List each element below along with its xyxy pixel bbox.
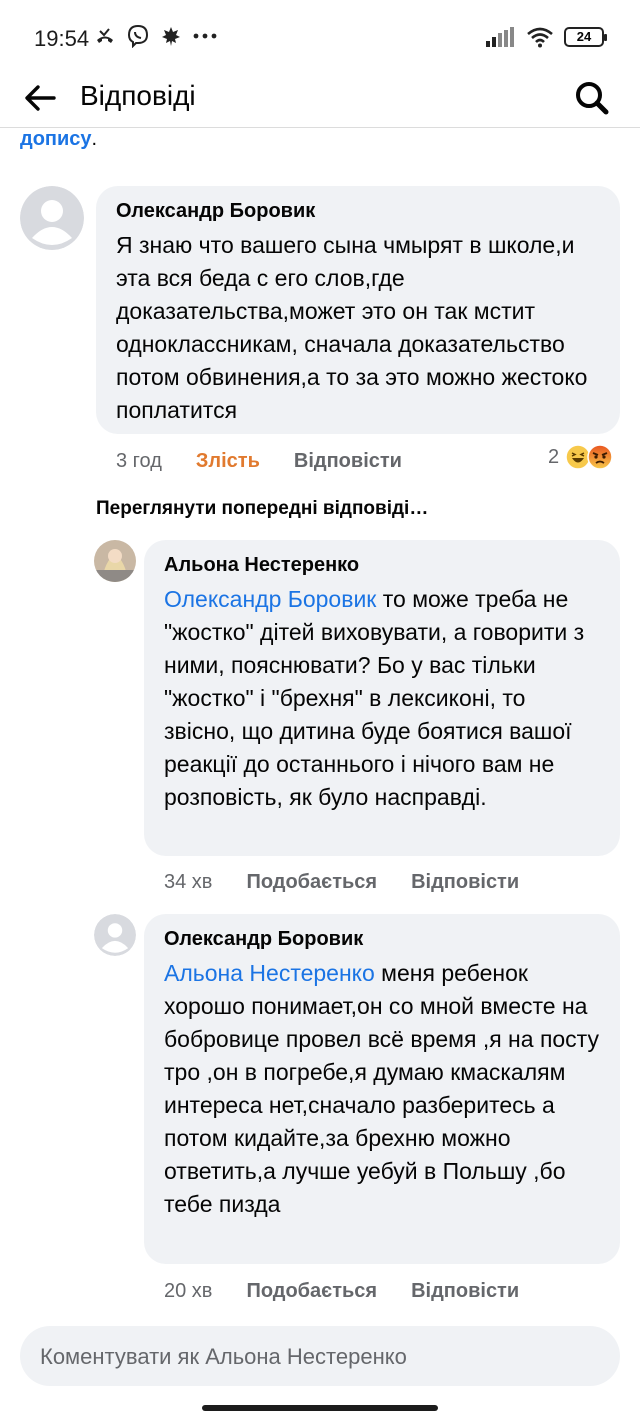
mention-link[interactable]: Олександр Боровик [164,586,376,612]
reply-button[interactable]: Відповісти [411,871,519,894]
comment-input-placeholder: Коментувати як Альона Нестеренко [40,1344,407,1369]
home-indicator[interactable] [202,1405,438,1411]
missed-call-icon [97,28,113,43]
viber-icon [127,24,149,48]
post-link-fragment: допису. [20,128,97,151]
comment-text: Олександр Боровик то може треба не "жост… [164,583,602,814]
comment-bubble[interactable]: Олександр Боровик Я знаю что вашего сына… [96,186,620,434]
status-time: 19:54 [34,26,90,51]
comment-text: Альона Нестеренко меня ребенок хорошо по… [164,957,602,1221]
comment-actions: 34 хв Подобається Відповісти [164,871,519,894]
more-dots-icon [193,33,217,39]
comment-body: то може треба не "жостко" дітей виховува… [164,586,585,810]
reply-button[interactable]: Відповісти [411,1280,519,1303]
user-photo-avatar [94,540,136,582]
reply-button[interactable]: Відповісти [294,450,402,473]
comment-actions: 3 год Злість Відповісти [116,450,402,473]
reaction-count: 2 [548,445,560,468]
comment-input[interactable]: Коментувати як Альона Нестеренко [20,1326,620,1386]
status-notification-icons [94,24,218,48]
battery-level: 24 [576,29,592,44]
avatar[interactable] [20,186,84,250]
battery-icon: 24 [564,27,607,47]
reaction-summary[interactable]: 2 [548,444,613,470]
comment-actions: 20 хв Подобається Відповісти [164,1280,519,1303]
comment-author[interactable]: Олександр Боровик [164,928,602,951]
page-title: Відповіді [80,80,196,111]
app-header: Відповіді [0,72,640,128]
comment-bubble[interactable]: Олександр Боровик Альона Нестеренко меня… [144,914,620,1264]
comment-time[interactable]: 34 хв [164,871,212,894]
comment-bubble[interactable]: Альона Нестеренко Олександр Боровик то м… [144,540,620,856]
status-bar: 19:54 24 [0,0,640,72]
like-button[interactable]: Подобається [246,1280,377,1303]
mention-link[interactable]: Альона Нестеренко [164,960,375,986]
default-avatar-icon [20,186,84,250]
comment-time[interactable]: 3 год [116,450,162,473]
comment-text: Я знаю что вашего сына чмырят в школе,и … [116,232,588,423]
post-link[interactable]: допису [20,128,92,150]
view-previous-replies[interactable]: Переглянути попередні відповіді… [96,498,428,520]
comment-time[interactable]: 20 хв [164,1280,212,1303]
avatar[interactable] [94,914,136,956]
comment-author[interactable]: Олександр Боровик [116,200,602,223]
maple-leaf-icon [162,27,180,46]
post-link-punct: . [91,128,98,150]
comment-author[interactable]: Альона Нестеренко [164,554,602,577]
signal-icon [486,27,514,47]
default-avatar-icon [94,914,136,956]
status-system-icons: 24 [486,26,607,48]
back-button[interactable] [20,78,60,118]
angry-reaction-icon [587,444,613,470]
comment-body: меня ребенок хорошо понимает,он со мной … [164,960,599,1217]
wifi-icon [527,27,553,48]
avatar[interactable] [94,540,136,582]
like-button[interactable]: Подобається [246,871,377,894]
search-button[interactable] [572,78,612,118]
arrow-left-icon [25,85,56,111]
reaction-button[interactable]: Злість [196,450,260,473]
search-icon [576,82,609,115]
